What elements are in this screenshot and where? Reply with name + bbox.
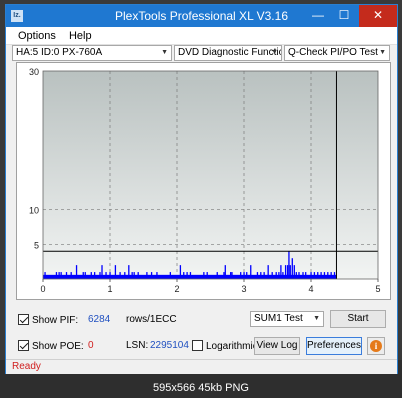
info-icon: i bbox=[370, 340, 382, 352]
pif-value: 6284 bbox=[88, 314, 111, 325]
x-tick-label: 5 bbox=[375, 284, 380, 294]
info-button[interactable]: i bbox=[367, 337, 385, 355]
pif-chart: 30 10 5 0 1 2 3 4 5 bbox=[29, 67, 381, 294]
view-log-button[interactable]: View Log bbox=[254, 337, 300, 355]
mode-select-value: SUM1 Test bbox=[254, 313, 303, 324]
x-tick-label: 1 bbox=[107, 284, 112, 294]
app-window: Iz. PlexTools Professional XL V3.16 — ☐ … bbox=[5, 4, 398, 374]
screenshot-stage: Iz. PlexTools Professional XL V3.16 — ☐ … bbox=[0, 0, 402, 398]
preferences-button[interactable]: Preferences bbox=[306, 337, 362, 355]
y-tick-label: 30 bbox=[29, 67, 39, 77]
logarithmic-checkbox[interactable]: Logarithmic bbox=[192, 340, 258, 352]
drive-select-value: HA:5 ID:0 PX-760A bbox=[16, 47, 103, 58]
close-button[interactable]: ✕ bbox=[359, 5, 397, 27]
title-bar[interactable]: Iz. PlexTools Professional XL V3.16 — ☐ … bbox=[6, 5, 397, 27]
poe-value: 0 bbox=[88, 340, 94, 351]
chevron-down-icon: ▼ bbox=[379, 49, 386, 56]
drive-select[interactable]: HA:5 ID:0 PX-760A ▼ bbox=[12, 45, 172, 61]
lsn-value: 2295104 bbox=[150, 340, 189, 351]
checkbox-checked-icon bbox=[18, 314, 29, 325]
pif-unit: rows/1ECC bbox=[126, 314, 177, 325]
image-caption: 595x566 45kb PNG bbox=[152, 382, 249, 394]
checkbox-unchecked-icon bbox=[192, 340, 203, 351]
logarithmic-label: Logarithmic bbox=[206, 341, 258, 352]
test-select[interactable]: Q-Check PI/PO Test ▼ bbox=[284, 45, 390, 61]
checkbox-checked-icon bbox=[18, 340, 29, 351]
x-tick-label: 4 bbox=[308, 284, 313, 294]
chevron-down-icon: ▼ bbox=[313, 315, 320, 322]
x-tick-label: 3 bbox=[241, 284, 246, 294]
show-poe-label: Show POE: bbox=[32, 341, 84, 352]
start-button[interactable]: Start bbox=[330, 310, 386, 328]
show-pif-checkbox[interactable]: Show PIF: bbox=[18, 314, 78, 326]
chevron-down-icon: ▼ bbox=[161, 49, 168, 56]
chart-panel: 30 10 5 0 1 2 3 4 5 bbox=[16, 62, 391, 300]
test-select-value: Q-Check PI/PO Test bbox=[288, 47, 378, 58]
controls-panel: Show PIF: 6284 rows/1ECC Show POE: 0 LSN… bbox=[16, 306, 391, 358]
menu-options[interactable]: Options bbox=[18, 30, 56, 42]
function-select[interactable]: DVD Diagnostic Functions ▼ bbox=[174, 45, 282, 61]
status-bar: Ready bbox=[6, 359, 397, 374]
maximize-button[interactable]: ☐ bbox=[331, 5, 357, 27]
function-select-value: DVD Diagnostic Functions bbox=[178, 47, 281, 58]
lsn-label: LSN: bbox=[126, 340, 149, 351]
y-tick-label: 10 bbox=[29, 206, 39, 216]
minimize-button[interactable]: — bbox=[305, 5, 331, 27]
show-poe-checkbox[interactable]: Show POE: bbox=[18, 340, 84, 352]
menu-bar: Options Help bbox=[6, 27, 397, 45]
menu-help[interactable]: Help bbox=[69, 30, 92, 42]
plot-area bbox=[43, 71, 378, 279]
chevron-down-icon: ▼ bbox=[271, 49, 278, 56]
status-text: Ready bbox=[12, 361, 41, 372]
x-tick-label: 2 bbox=[174, 284, 179, 294]
y-tick-label: 5 bbox=[34, 240, 39, 250]
show-pif-label: Show PIF: bbox=[32, 315, 79, 326]
pif-baseline-band bbox=[43, 274, 337, 279]
mode-select[interactable]: SUM1 Test ▼ bbox=[250, 311, 324, 327]
x-tick-label: 0 bbox=[40, 284, 45, 294]
